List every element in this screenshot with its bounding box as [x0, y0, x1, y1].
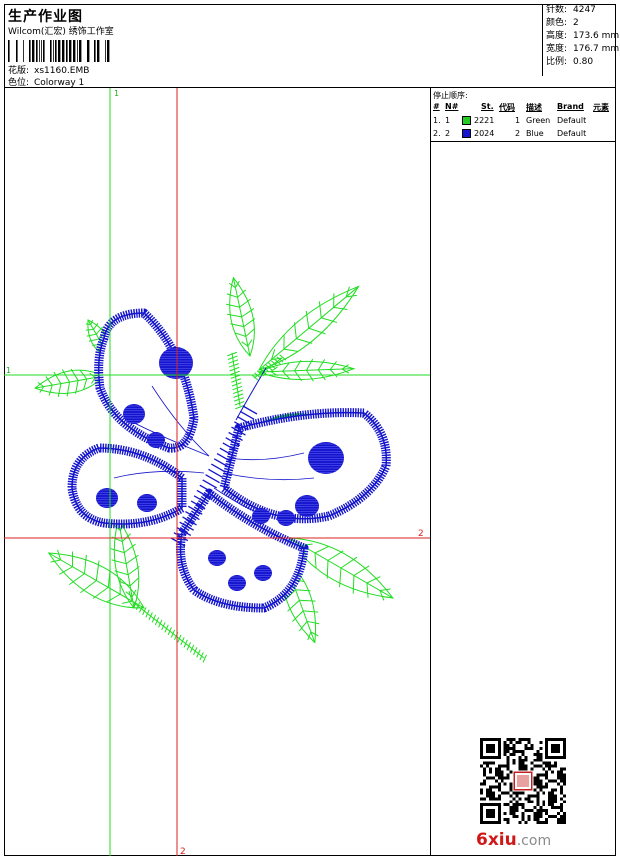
colorway-value: Colorway 1: [34, 78, 85, 88]
row-code: 2221: [474, 116, 495, 125]
company-name: Wilcom(汇宏) 绣饰工作室: [8, 27, 114, 37]
leaf-outline: [257, 358, 356, 382]
col-header-st: St.: [481, 102, 494, 111]
guide-label-green-top: 1: [114, 89, 119, 98]
thread-swatch: [462, 116, 471, 125]
row-brand: Default: [557, 129, 587, 138]
row-index: 2.: [433, 129, 441, 138]
worksheet-header: 生产作业图 Wilcom(汇宏) 绣饰工作室 花版: xs1160.EMB 色位:…: [4, 4, 620, 88]
stat-ratio: 比例: 0.80: [543, 56, 617, 69]
stat-width: 宽度: 176.7 mm: [543, 43, 620, 56]
col-header-index: #: [433, 102, 440, 111]
stat-value: 2: [573, 18, 579, 28]
design-stats: 针数: 4247 颜色: 2 高度: 173.6 mm 宽度: 176.7 mm 比例:…: [542, 4, 620, 76]
stop-sequence-caption: 停止顺序:: [433, 91, 468, 100]
row-st: 2: [515, 129, 521, 138]
col-header-element: 元素: [593, 103, 609, 112]
col-header-n: N#: [445, 102, 459, 111]
butterfly-motif: [67, 308, 391, 613]
colorway-line: 色位: Colorway 1: [8, 75, 84, 88]
thread-swatch: [462, 129, 471, 138]
colorway-label: 色位:: [8, 78, 30, 88]
row-brand: Default: [557, 116, 587, 125]
stat-value: 4247: [573, 5, 596, 15]
row-desc: Blue: [526, 129, 544, 138]
page-title: 生产作业图: [8, 9, 83, 25]
stat-label: 针数:: [546, 5, 568, 15]
stat-stitches: 针数: 4247: [543, 4, 617, 17]
guide-label-red-right: 2: [418, 529, 424, 539]
embroidery-preview: 1 1 2 2: [4, 88, 430, 856]
stat-value: 0.80: [573, 57, 594, 67]
stat-value: 176.7 mm: [573, 44, 620, 54]
row-code: 2024: [474, 129, 495, 138]
watermark-suffix: .com: [516, 833, 552, 849]
row-n: 2: [445, 129, 451, 138]
stat-height: 高度: 173.6 mm: [543, 30, 620, 43]
row-index: 1.: [433, 116, 441, 125]
leaf-outline: [110, 518, 140, 610]
col-header-brand: Brand: [557, 102, 584, 111]
row-n: 1: [445, 116, 451, 125]
watermark-logo: 6xiu.com: [476, 830, 551, 850]
stat-value: 173.6 mm: [573, 31, 620, 41]
row-desc: Green: [526, 116, 551, 125]
stop-sequence-panel: 停止顺序: # N# St. 代码 描述 Brand 元素 1. 1 2221 …: [431, 88, 616, 142]
watermark-text: 6xiu: [476, 830, 517, 850]
col-header-desc: 描述: [526, 103, 542, 112]
stat-label: 高度:: [546, 31, 568, 41]
stat-label: 比例:: [546, 57, 568, 67]
barcode: [8, 40, 110, 62]
leaf-outline: [226, 276, 256, 357]
row-st: 1: [515, 116, 521, 125]
guide-label-red-bottom: 2: [180, 847, 186, 856]
design-canvas[interactable]: 1 1 2 2: [4, 88, 431, 856]
col-header-code: 代码: [499, 103, 515, 112]
qr-code: [480, 738, 566, 824]
stat-label: 宽度:: [546, 44, 568, 54]
guide-label-green-left: 1: [6, 366, 11, 375]
stat-colors: 颜色: 2: [543, 17, 617, 30]
stat-label: 颜色:: [546, 18, 568, 28]
